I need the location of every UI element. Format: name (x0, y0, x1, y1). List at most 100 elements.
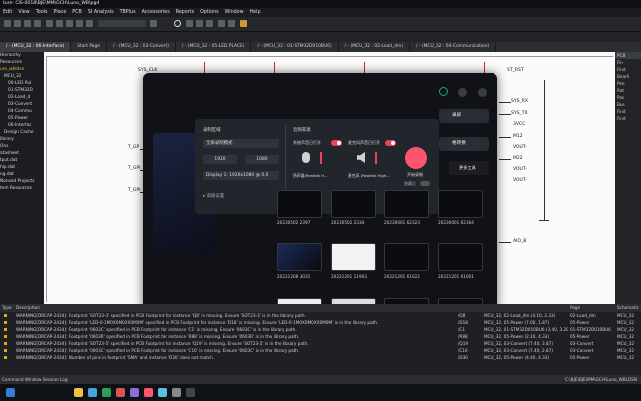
menu-tools[interactable]: Tools (36, 10, 48, 15)
zoom-out-icon[interactable] (196, 20, 203, 27)
settings-icon[interactable] (458, 88, 467, 97)
panel-item[interactable]: Fin (615, 59, 641, 66)
panel-item[interactable]: Find (615, 108, 641, 115)
tab-convert[interactable]: / - (MCU_32 : 03-Convert) (107, 42, 176, 52)
display-select[interactable]: Display 1: 1920x1080 @ 0,0 (203, 171, 279, 180)
sidebar-item[interactable]: hip.dat (0, 164, 44, 171)
tab-load-dm[interactable]: / - (MCU_32 : 02-Load_dm) (339, 42, 411, 52)
system-audio-toggle[interactable] (331, 140, 342, 146)
print-icon[interactable] (34, 20, 41, 27)
panel-item[interactable]: PCB (615, 52, 641, 59)
start-icon[interactable] (6, 388, 15, 397)
tab-interface[interactable]: / - (MCU_32 : 06-Interface) (0, 42, 72, 52)
mic-audio-device[interactable]: 麦克风 (Realtek High... (348, 171, 396, 180)
warning-row[interactable]: WARNING[DRCAP-2434]: Number of pins in f… (0, 354, 641, 361)
record-mode-select[interactable]: 全屏录制模式 (203, 139, 279, 148)
sidebar-item[interactable]: library (0, 136, 44, 143)
sidebar-item[interactable]: 05-Power (0, 115, 44, 122)
dropdown-icon[interactable] (150, 20, 157, 27)
part-search-field[interactable] (98, 20, 146, 27)
sidebar-item[interactable]: Resources (0, 59, 44, 66)
panel-item[interactable]: Find (615, 66, 641, 73)
sidebar-item[interactable]: Hierarchy (0, 52, 44, 59)
panel-item[interactable]: Bus (615, 101, 641, 108)
more-tools-button[interactable]: 更多工具 (449, 161, 489, 175)
app-icon[interactable] (186, 388, 195, 397)
app-icon[interactable] (172, 388, 181, 397)
undo-icon[interactable] (76, 20, 83, 27)
recording-thumbnail[interactable] (331, 243, 376, 271)
tab-communication[interactable]: / - (MCU_32 : 04-Communication) (410, 42, 497, 52)
app-icon[interactable] (158, 388, 167, 397)
paste-icon[interactable] (66, 20, 73, 27)
recorder-app-icon[interactable] (144, 388, 153, 397)
recording-thumbnail[interactable] (277, 190, 322, 218)
browser-icon[interactable] (88, 388, 97, 397)
panel-item[interactable]: Pas (615, 94, 641, 101)
sidebar-item[interactable]: ure_wbldsn (0, 66, 44, 73)
sidebar-item[interactable]: tput.dat (0, 157, 44, 164)
open-icon[interactable] (14, 20, 21, 27)
menu-edit[interactable]: Edit (3, 10, 12, 15)
height-input[interactable]: 1080 (245, 155, 279, 164)
tab-stm32[interactable]: / - (MCU_32 : 01-STM32D010BU6) (251, 42, 339, 52)
start-record-button[interactable] (405, 147, 427, 169)
new-icon[interactable] (4, 20, 11, 27)
sidebar-item[interactable]: MCU_32 (0, 73, 44, 80)
sidebar-item[interactable]: 04-Commu (0, 108, 44, 115)
sidebar-item[interactable]: 00-LED Pul (0, 80, 44, 87)
warning-row[interactable]: WARNING[DRCAP-2434]: Footprint '0603R' s… (0, 333, 641, 340)
recording-thumbnail[interactable] (384, 243, 429, 271)
snap-icon[interactable] (228, 20, 235, 27)
app-icon[interactable] (102, 388, 111, 397)
format-convert-button[interactable]: 格转换 (439, 137, 489, 151)
copy-icon[interactable] (56, 20, 63, 27)
menu-view[interactable]: View (18, 10, 29, 15)
panel-item[interactable]: Find (615, 115, 641, 122)
system-audio-device[interactable]: 扬声器(Realtek H... (293, 171, 341, 180)
warning-row[interactable]: WARNING[DRCAP-2434]: Footprint 'SOT23-5'… (0, 340, 641, 347)
warning-row[interactable]: WARNING[DRCAP-2434]: Footprint 'LED-0-1M… (0, 319, 641, 326)
menu-pcb[interactable]: PCB (72, 10, 82, 15)
menu-place[interactable]: Place (54, 10, 67, 15)
menu-si-analysis[interactable]: SI Analysis (88, 10, 114, 15)
panel-item[interactable]: Pee (615, 80, 641, 87)
advanced-settings-link[interactable]: ▸ 高级设置 (203, 193, 224, 199)
file-explorer-icon[interactable] (74, 388, 83, 397)
menu-accessories[interactable]: Accessories (142, 10, 170, 15)
highlight-icon[interactable] (240, 20, 247, 27)
warning-row[interactable]: WARNING[DRCAP-2434]: Footprint '0603C' s… (0, 347, 641, 354)
tab-led-place[interactable]: / - (MCU_32 : 05-LED PLACE) (176, 42, 252, 52)
menu-reports[interactable]: Reports (176, 10, 194, 15)
sidebar-item[interactable]: 01-STM32D (0, 87, 44, 94)
width-input[interactable]: 1920 (203, 155, 237, 164)
save-icon[interactable] (24, 20, 31, 27)
sidebar-item[interactable]: ng.dat (0, 171, 44, 178)
status-tabs[interactable]: Command Window Session Log (2, 375, 67, 384)
app-icon[interactable] (130, 388, 139, 397)
sidebar-item[interactable]: atasheet (0, 150, 44, 157)
app-icon[interactable] (116, 388, 125, 397)
mic-audio-toggle[interactable] (385, 140, 396, 146)
recording-thumbnail[interactable] (331, 190, 376, 218)
zoom-search-icon[interactable] (174, 20, 181, 27)
sidebar-item[interactable]: tem Resources (0, 185, 44, 192)
sidebar-item[interactable]: Ons (0, 143, 44, 150)
redo-icon[interactable] (86, 20, 93, 27)
zoom-fit-icon[interactable] (206, 20, 213, 27)
tab-start-page[interactable]: Start Page (71, 42, 107, 52)
sidebar-item[interactable]: 06-Interfac (0, 122, 44, 129)
warning-row[interactable]: WARNING[DRCAP-2434]: Footprint 'SOT23-3'… (0, 312, 641, 319)
recording-thumbnail[interactable] (438, 190, 483, 218)
grid-icon[interactable] (218, 20, 225, 27)
recording-thumbnail[interactable] (384, 190, 429, 218)
hide-after-toggle[interactable] (420, 181, 430, 186)
menu-tbplus[interactable]: TBPlus (120, 10, 136, 15)
minimize-icon[interactable] (478, 88, 487, 97)
panel-item[interactable]: Bearli (615, 73, 641, 80)
sidebar-item[interactable]: Design Cache (0, 129, 44, 136)
record-mode-button[interactable]: 录屏 (439, 109, 489, 123)
cut-icon[interactable] (46, 20, 53, 27)
sidebar-item[interactable]: Nonsed Projects (0, 178, 44, 185)
menu-help[interactable]: Help (250, 10, 261, 15)
